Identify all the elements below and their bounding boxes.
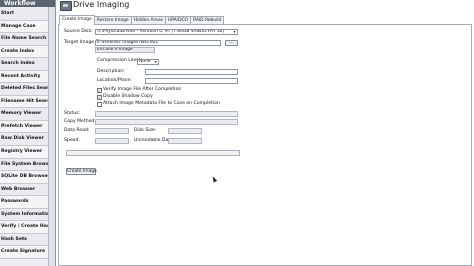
speed-label: Speed: [64, 138, 80, 143]
sidebar-item-deleted-files-search[interactable]: Deleted Files Search [0, 83, 55, 96]
speed-field [95, 138, 129, 144]
create-image-panel: Source Disk: \\.\PhysicalDrive0 - Partit… [58, 24, 472, 266]
drive-imaging-icon [60, 1, 72, 11]
disk-size-label: Disk Size: [134, 128, 157, 133]
sidebar-item-create-signature[interactable]: Create Signature [0, 246, 55, 259]
sidebar-item-file-name-search[interactable]: File Name Search [0, 33, 55, 46]
attach-metadata-label: Attach Image Metadata File to Case on Co… [103, 101, 220, 106]
image-format-value: EnCase 6 Image [97, 47, 133, 52]
imaging-progress-bar [66, 150, 240, 156]
main-area: Drive Imaging Create Image Restore Image H… [56, 0, 474, 266]
sidebar-item-raw-disk-viewer[interactable]: Raw Disk Viewer [0, 133, 55, 147]
verify-image-checkbox[interactable]: ✓ [97, 88, 102, 93]
location-place-label: Location/Place: [97, 78, 132, 83]
copy-method-field [95, 119, 238, 125]
browse-button[interactable]: ... [225, 40, 238, 46]
sidebar-item-search-index[interactable]: Search Index [0, 58, 55, 71]
sidebar-item-verify-create-hash[interactable]: Verify / Create Hash [0, 221, 55, 234]
disk-size-field [168, 128, 202, 134]
sidebar-item-sqlite-db-browser[interactable]: SQLite DB Browser [0, 171, 55, 184]
sidebar-item-create-index[interactable]: Create Index [0, 45, 55, 59]
attach-metadata-checkbox[interactable] [97, 102, 102, 107]
disable-shadow-copy-checkbox[interactable]: ✓ [97, 95, 102, 100]
compression-level-value: None [139, 59, 151, 64]
page-title: Drive Imaging [73, 0, 130, 9]
sidebar-item-manage-case[interactable]: Manage Case [0, 20, 55, 34]
target-image-file-value: E:\Forensic Images\Test.e01 [97, 40, 159, 45]
chevron-down-icon: ▾ [233, 29, 236, 34]
verify-image-label: Verify Image File After Completion [103, 87, 182, 92]
sidebar-item-start[interactable]: Start [0, 8, 55, 21]
sidebar-item-registry-viewer[interactable]: Registry Viewer [0, 146, 55, 159]
chevron-down-icon: ▾ [154, 59, 157, 64]
mouse-cursor-icon [210, 175, 218, 183]
sidebar-item-file-system-browser[interactable]: File System Browser [0, 158, 55, 172]
workflow-sidebar: Workflow Start Manage Case File Name Sea… [0, 0, 56, 266]
image-format-field[interactable]: EnCase 6 Image [95, 47, 155, 53]
description-input[interactable] [145, 69, 238, 75]
status-field [95, 111, 238, 117]
sidebar-item-web-browser[interactable]: Web Browser [0, 183, 55, 197]
data-read-field [95, 128, 129, 134]
description-label: Description: [97, 69, 125, 74]
sidebar-item-prefetch-viewer[interactable]: Prefetch Viewer [0, 120, 55, 134]
source-disk-label: Source Disk: [64, 29, 93, 34]
compression-level-select[interactable]: None ▾ [137, 59, 159, 65]
status-label: Status: [64, 111, 81, 116]
sidebar-items: Start Manage Case File Name Search Creat… [0, 8, 55, 259]
source-disk-select[interactable]: \\.\PhysicalDrive0 - Partition 0, M: [7.… [95, 29, 238, 35]
unreadable-data-field [168, 138, 202, 144]
sidebar-header: Workflow [0, 0, 55, 7]
sidebar-item-passwords[interactable]: Passwords [0, 196, 55, 209]
tab-bar: Create Image Restore Image Hidden Areas HPA… [59, 15, 225, 25]
sidebar-item-filename-hit-search[interactable]: Filename Hit Search [0, 95, 55, 109]
sidebar-title: Workflow [4, 0, 36, 7]
sidebar-item-system-information[interactable]: System Information [0, 208, 55, 222]
sidebar-scrollbar[interactable] [48, 7, 55, 266]
tab-create-image[interactable]: Create Image [59, 15, 95, 25]
copy-method-label: Copy Method: [64, 119, 96, 124]
sidebar-item-hash-sets[interactable]: Hash Sets [0, 233, 55, 247]
data-read-label: Data Read: [64, 128, 90, 133]
location-place-input[interactable] [145, 78, 238, 84]
target-image-file-input[interactable]: E:\Forensic Images\Test.e01 [95, 40, 221, 46]
sidebar-item-recent-activity[interactable]: Recent Activity [0, 70, 55, 84]
source-disk-value: \\.\PhysicalDrive0 - Partition 0, M: [7.… [97, 29, 225, 34]
disable-shadow-copy-label: Disable Shadow Copy [103, 94, 153, 99]
create-image-button[interactable]: Create Image [66, 168, 97, 175]
compression-level-label: Compression Level: [97, 58, 142, 63]
sidebar-item-memory-viewer[interactable]: Memory Viewer [0, 108, 55, 121]
